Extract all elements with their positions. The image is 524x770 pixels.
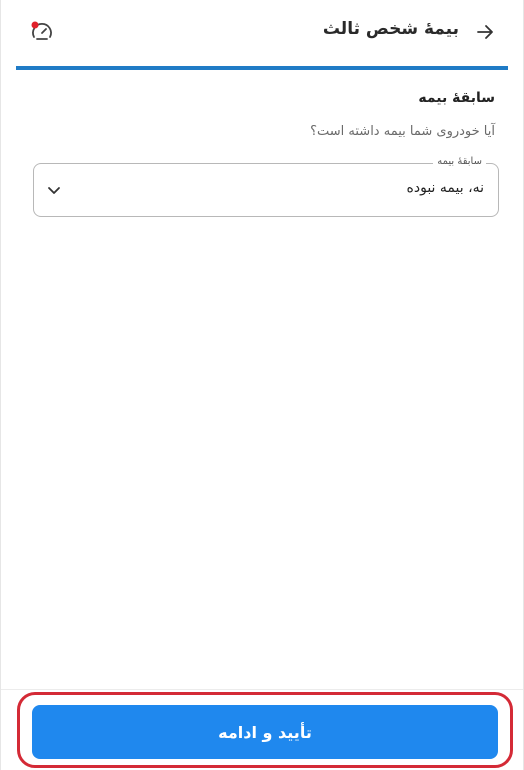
chevron-down-icon — [48, 187, 60, 194]
select-value: نه، بیمه نبوده — [406, 180, 484, 196]
header: بیمهٔ شخص ثالث — [1, 0, 523, 66]
insurance-history-select[interactable]: سابقهٔ بیمه نه، بیمه نبوده — [33, 156, 499, 217]
select-label: سابقهٔ بیمه — [433, 156, 486, 167]
page-title: بیمهٔ شخص ثالث — [322, 19, 459, 39]
confirm-button[interactable]: تأیید و ادامه — [32, 705, 498, 759]
progress-bar — [16, 66, 508, 70]
speedometer-button[interactable] — [29, 19, 55, 45]
section-title: سابقهٔ بیمه — [418, 90, 495, 106]
back-button[interactable] — [473, 20, 497, 44]
footer-divider — [1, 689, 523, 690]
page: بیمهٔ شخص ثالث سابقهٔ بیمه آیا خودروی شم… — [0, 0, 524, 770]
confirm-highlight: تأیید و ادامه — [17, 692, 513, 768]
arrow-right-icon — [477, 25, 493, 39]
progress-fill — [16, 66, 508, 70]
speedometer-icon — [31, 21, 52, 40]
insurance-question: آیا خودروی شما بیمه داشته است؟ — [310, 124, 495, 139]
